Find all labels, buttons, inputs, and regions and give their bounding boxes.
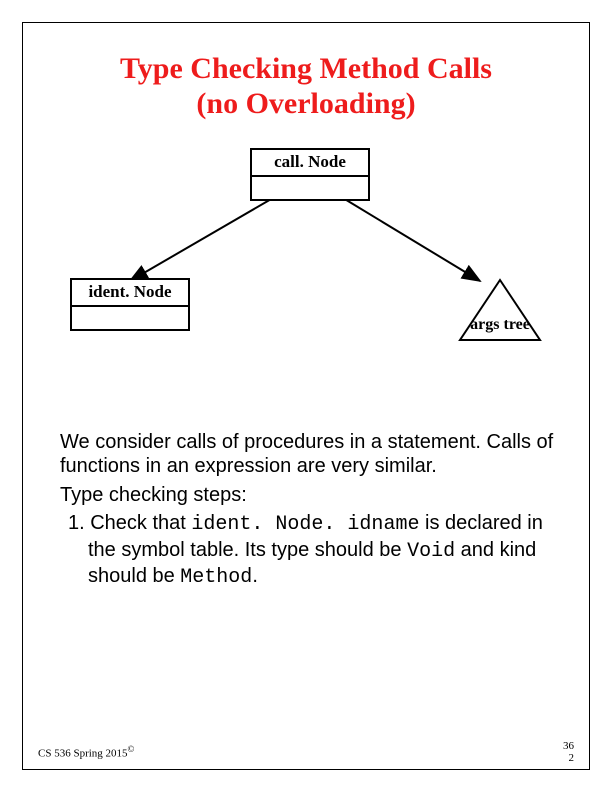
step1-prefix: 1. Check that — [68, 512, 191, 534]
args-tree-label: args tree — [440, 316, 560, 334]
title-line-1: Type Checking Method Calls — [120, 52, 492, 85]
paragraph-2: Type checking steps: — [60, 483, 557, 507]
call-node-box: call. Node — [250, 148, 370, 201]
page-num-top: 36 — [563, 740, 574, 752]
step-1: 1. Check that ident. Node. idname is dec… — [88, 511, 557, 590]
tree-diagram: call. Node ident. Node args tree — [60, 148, 560, 368]
paragraph-1: We consider calls of procedures in a sta… — [60, 430, 557, 479]
title-line-2: (no Overloading) — [196, 87, 415, 120]
call-node-body — [252, 177, 368, 199]
ident-node-box: ident. Node — [70, 278, 190, 331]
args-tree-node: args tree — [440, 278, 560, 343]
step1-code-idname: ident. Node. idname — [191, 513, 419, 536]
course-label: CS 536 Spring 2015 — [38, 748, 128, 760]
body-text: We consider calls of procedures in a sta… — [60, 430, 557, 594]
page-border — [22, 22, 590, 770]
step1-code-void: Void — [407, 540, 455, 563]
ident-node-label: ident. Node — [72, 280, 188, 307]
slide-title: Type Checking Method Calls (no Overloadi… — [0, 52, 612, 121]
footer-course: CS 536 Spring 2015© — [38, 744, 134, 760]
call-node-label: call. Node — [252, 150, 368, 177]
footer-page-number: 36 2 — [563, 740, 574, 764]
page-num-bottom: 2 — [569, 752, 575, 764]
ident-node-body — [72, 307, 188, 329]
copyright-symbol: © — [128, 744, 135, 754]
step1-code-method: Method — [180, 566, 252, 589]
step1-end: . — [252, 565, 258, 587]
